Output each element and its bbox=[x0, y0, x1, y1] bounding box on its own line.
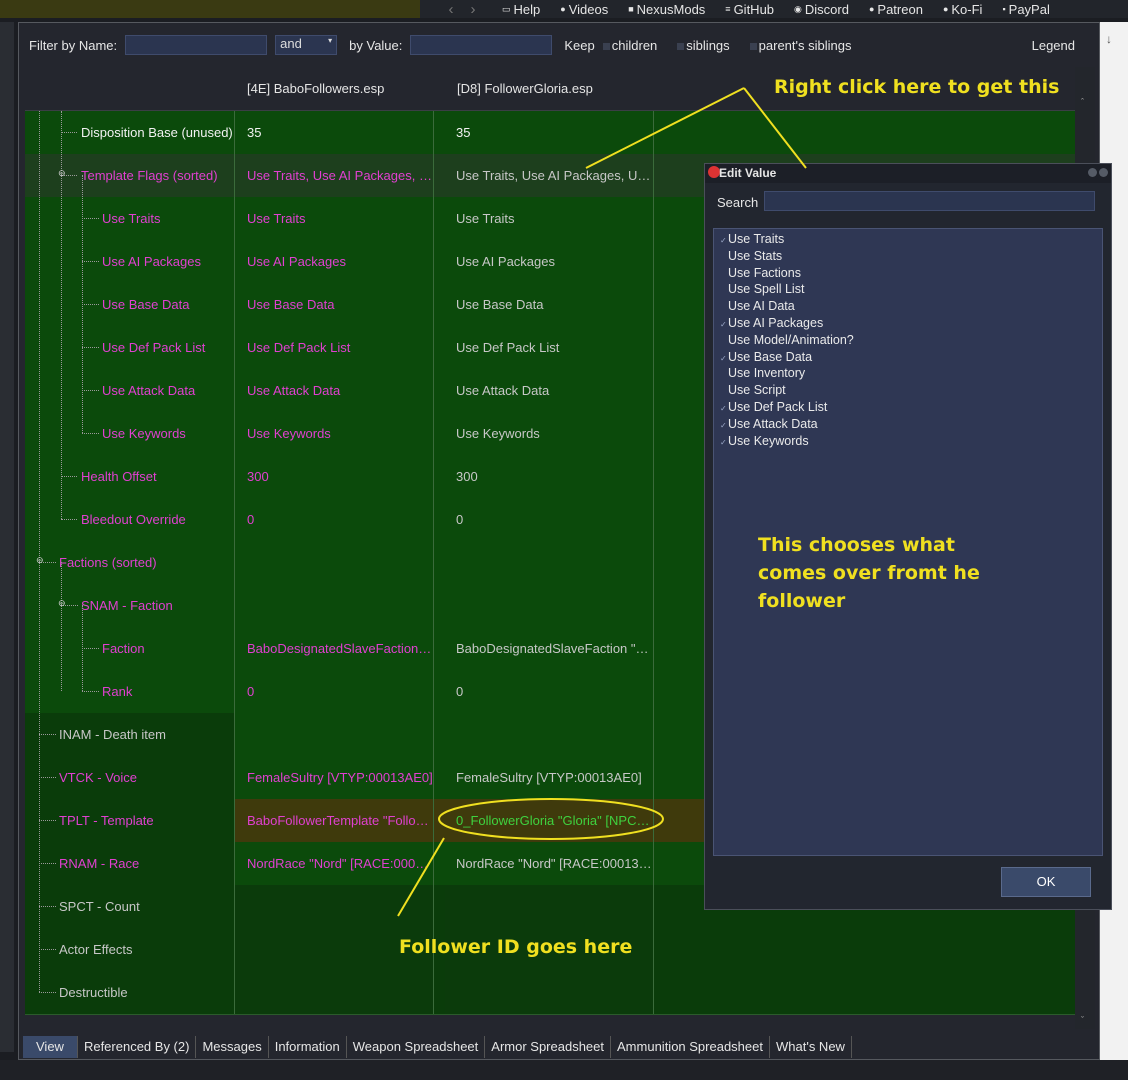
highlight-ellipse bbox=[438, 798, 664, 840]
arrow-line-left bbox=[585, 87, 745, 169]
arrow-line-id bbox=[397, 837, 445, 917]
annotation-overlay bbox=[397, 87, 807, 917]
arrow-line-right bbox=[743, 87, 807, 169]
note-right-click: Right click here to get this bbox=[774, 76, 1060, 98]
note-follower-id: Follower ID goes here bbox=[399, 936, 633, 958]
note-chooses-1: This chooses what bbox=[758, 534, 955, 556]
taskbar bbox=[0, 1060, 1128, 1080]
note-chooses-2: comes over fromt he bbox=[758, 562, 980, 584]
note-chooses-3: follower bbox=[758, 590, 846, 612]
